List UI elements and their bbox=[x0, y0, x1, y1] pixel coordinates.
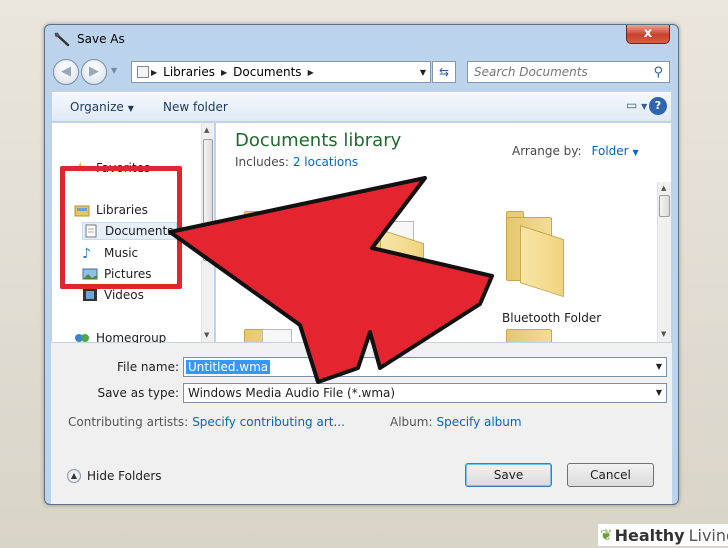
red-arrow-overlay bbox=[168, 176, 494, 384]
leaf-icon: ❦ bbox=[600, 526, 613, 544]
watermark-suffix: Living bbox=[688, 525, 728, 545]
watermark-brand: Healthy bbox=[614, 525, 685, 545]
watermark: ❦HealthyLiving bbox=[598, 524, 728, 546]
